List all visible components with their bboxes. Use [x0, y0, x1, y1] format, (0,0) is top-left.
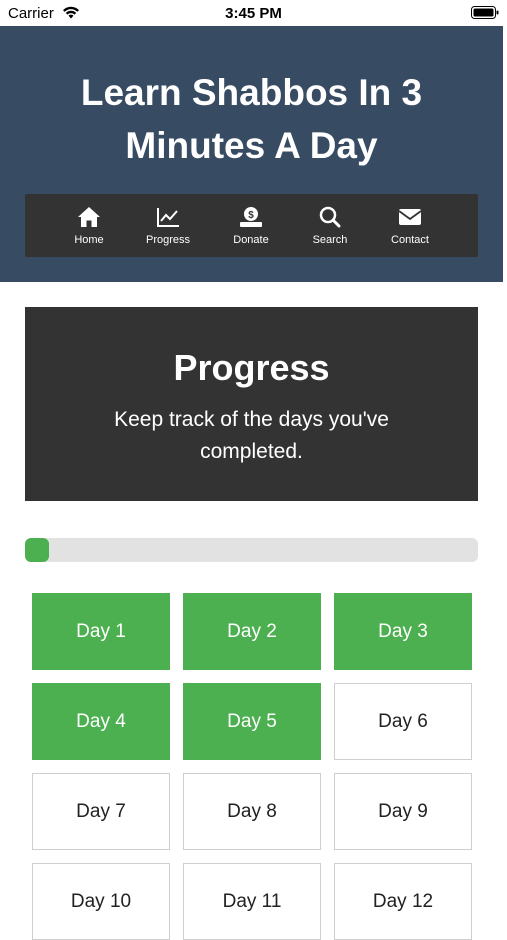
day-9-button[interactable]: Day 9	[334, 773, 472, 850]
battery-icon	[471, 6, 499, 23]
nav-bar: Home Progress $ Donate Search Contact	[25, 194, 478, 257]
day-8-button[interactable]: Day 8	[183, 773, 321, 850]
day-6-button[interactable]: Day 6	[334, 683, 472, 760]
progress-bar-fill	[25, 538, 49, 562]
day-10-button[interactable]: Day 10	[32, 863, 170, 940]
nav-label-home: Home	[74, 234, 104, 246]
home-icon	[78, 207, 100, 227]
day-5-button[interactable]: Day 5	[183, 683, 321, 760]
nav-label-search: Search	[312, 234, 348, 246]
day-1-button[interactable]: Day 1	[32, 593, 170, 670]
nav-label-contact: Contact	[391, 234, 429, 246]
day-7-button[interactable]: Day 7	[32, 773, 170, 850]
progress-bar	[25, 538, 478, 562]
clock: 3:45 PM	[225, 5, 282, 22]
app-header: Learn Shabbos In 3 Minutes A Day Home Pr…	[0, 26, 503, 282]
app-title: Learn Shabbos In 3 Minutes A Day	[80, 72, 423, 166]
day-2-button[interactable]: Day 2	[183, 593, 321, 670]
search-icon	[319, 206, 341, 228]
day-11-button[interactable]: Day 11	[183, 863, 321, 940]
chart-icon	[157, 208, 179, 227]
nav-donate[interactable]: $ Donate	[216, 194, 286, 257]
day-4-button[interactable]: Day 4	[32, 683, 170, 760]
nav-label-progress: Progress	[145, 234, 191, 246]
svg-text:$: $	[248, 210, 254, 221]
nav-home[interactable]: Home	[54, 194, 124, 257]
nav-contact[interactable]: Contact	[375, 194, 445, 257]
progress-panel: Progress Keep track of the days you've c…	[25, 307, 478, 501]
envelope-icon	[398, 209, 422, 225]
nav-search[interactable]: Search	[295, 194, 365, 257]
status-bar: Carrier 3:45 PM	[0, 0, 507, 26]
day-12-button[interactable]: Day 12	[334, 863, 472, 940]
nav-label-donate: Donate	[233, 234, 269, 246]
page-subtitle: Keep track of the days you've completed.	[114, 408, 389, 463]
nav-progress[interactable]: Progress	[133, 194, 203, 257]
page-title: Progress	[173, 347, 330, 388]
day-3-button[interactable]: Day 3	[334, 593, 472, 670]
donate-icon: $	[240, 207, 262, 227]
